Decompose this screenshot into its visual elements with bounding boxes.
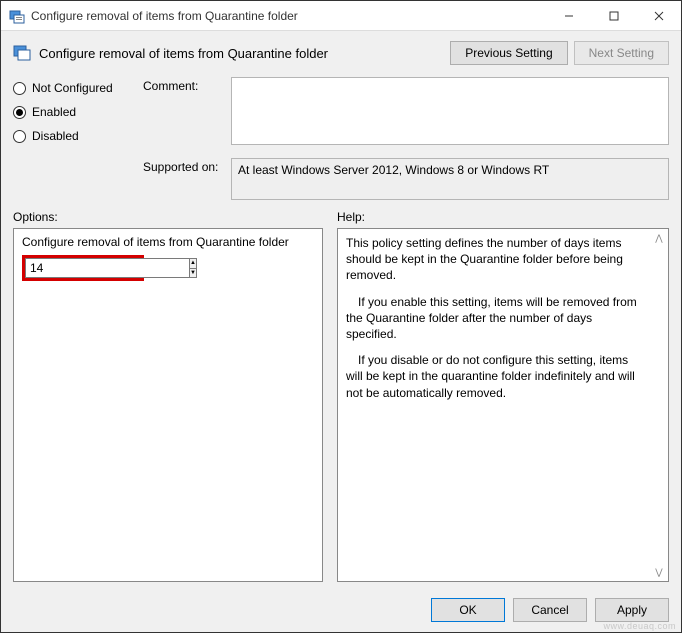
comment-input[interactable]: [231, 77, 669, 145]
ok-button[interactable]: OK: [431, 598, 505, 622]
cancel-button[interactable]: Cancel: [513, 598, 587, 622]
help-label: Help:: [337, 210, 669, 224]
supported-label: Supported on:: [143, 158, 223, 200]
header-title: Configure removal of items from Quaranti…: [39, 46, 442, 61]
radio-disabled[interactable]: Disabled: [13, 129, 133, 143]
scroll-up-icon[interactable]: ⋀: [652, 231, 666, 245]
radio-label: Not Configured: [32, 81, 113, 95]
window-controls: [546, 1, 681, 30]
previous-setting-button[interactable]: Previous Setting: [450, 41, 567, 65]
dialog-window: Configure removal of items from Quaranti…: [0, 0, 682, 633]
radio-icon: [13, 130, 26, 143]
footer-buttons: OK Cancel Apply: [1, 590, 681, 632]
radio-icon: [13, 82, 26, 95]
help-panel: ⋀ This policy setting defines the number…: [337, 228, 669, 582]
comment-row: Comment:: [143, 77, 669, 148]
minimize-button[interactable]: [546, 1, 591, 30]
maximize-button[interactable]: [591, 1, 636, 30]
help-text: This policy setting defines the number o…: [346, 235, 660, 401]
header-row: Configure removal of items from Quaranti…: [1, 31, 681, 77]
panels: Configure removal of items from Quaranti…: [1, 228, 681, 590]
radio-icon: [13, 106, 26, 119]
days-spinner[interactable]: ▲ ▼: [22, 255, 144, 281]
options-panel: Configure removal of items from Quaranti…: [13, 228, 323, 582]
spinner-up-button[interactable]: ▲: [190, 259, 196, 269]
state-radios: Not Configured Enabled Disabled: [13, 77, 133, 200]
spinner-down-button[interactable]: ▼: [190, 269, 196, 278]
days-input[interactable]: [25, 258, 189, 278]
window-title: Configure removal of items from Quaranti…: [31, 9, 546, 23]
supported-on-text: At least Windows Server 2012, Windows 8 …: [231, 158, 669, 200]
scroll-down-icon[interactable]: ⋁: [652, 565, 666, 579]
nav-buttons: Previous Setting Next Setting: [450, 41, 669, 65]
app-icon: [9, 8, 25, 24]
apply-button[interactable]: Apply: [595, 598, 669, 622]
radio-label: Disabled: [32, 129, 79, 143]
radio-label: Enabled: [32, 105, 76, 119]
radio-not-configured[interactable]: Not Configured: [13, 81, 133, 95]
policy-icon: [13, 44, 31, 62]
close-button[interactable]: [636, 1, 681, 30]
spinner-buttons: ▲ ▼: [189, 258, 197, 278]
comment-label: Comment:: [143, 77, 223, 148]
supported-row: Supported on: At least Windows Server 20…: [143, 158, 669, 200]
config-area: Not Configured Enabled Disabled Comment:…: [1, 77, 681, 210]
section-labels: Options: Help:: [1, 210, 681, 228]
help-p1: This policy setting defines the number o…: [346, 235, 646, 284]
help-p3: If you disable or do not configure this …: [346, 352, 646, 401]
help-p2: If you enable this setting, items will b…: [346, 294, 646, 343]
options-label: Options:: [13, 210, 323, 224]
next-setting-button: Next Setting: [574, 41, 669, 65]
option-title: Configure removal of items from Quaranti…: [22, 235, 314, 249]
titlebar: Configure removal of items from Quaranti…: [1, 1, 681, 31]
watermark: www.deuaq.com: [603, 621, 676, 631]
radio-enabled[interactable]: Enabled: [13, 105, 133, 119]
fields-column: Comment: Supported on: At least Windows …: [143, 77, 669, 200]
